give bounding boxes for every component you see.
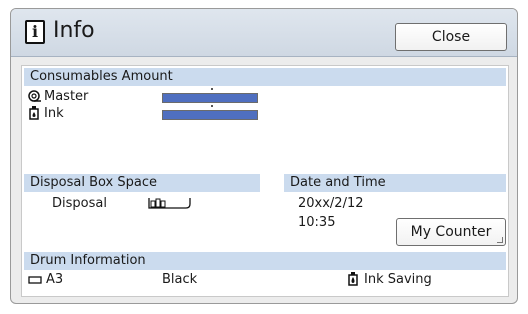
- ink-saving-icon: [348, 272, 358, 286]
- my-counter-button[interactable]: My Counter: [396, 218, 506, 246]
- disposal-label: Disposal: [52, 196, 107, 211]
- datetime-heading: Date and Time: [284, 174, 506, 192]
- master-level-marker: [211, 88, 213, 90]
- master-level-bar: [162, 93, 258, 103]
- drum-heading: Drum Information: [24, 252, 506, 270]
- info-content: Consumables Amount Master Ink Disposal B…: [21, 65, 509, 297]
- ink-saving-label: Ink Saving: [364, 272, 432, 287]
- paper-size-icon: [28, 276, 42, 284]
- ink-level-marker: [211, 105, 213, 107]
- dialog-header: i Info Close: [11, 9, 517, 57]
- my-counter-label: My Counter: [410, 224, 492, 240]
- disposal-box-icon: [148, 198, 191, 209]
- ink-label: Ink: [44, 106, 64, 121]
- ink-level-bar: [162, 110, 258, 120]
- info-dialog: i Info Close Consumables Amount Master I…: [10, 8, 518, 304]
- corner-mark: [497, 237, 503, 243]
- date-value: 20xx/2/12: [298, 196, 364, 211]
- master-label: Master: [44, 89, 89, 104]
- master-roll-icon: [28, 90, 41, 102]
- master-level-fill: [163, 94, 257, 102]
- drum-paper-size: A3: [46, 272, 64, 287]
- ink-level-fill: [163, 111, 257, 119]
- ink-cartridge-icon: [29, 106, 39, 120]
- time-value: 10:35: [298, 215, 336, 230]
- close-button[interactable]: Close: [395, 23, 507, 51]
- info-icon: i: [25, 20, 45, 44]
- disposal-heading: Disposal Box Space: [24, 174, 260, 192]
- consumables-heading: Consumables Amount: [24, 68, 506, 86]
- drum-ink-color: Black: [162, 272, 198, 287]
- dialog-title: Info: [53, 18, 95, 43]
